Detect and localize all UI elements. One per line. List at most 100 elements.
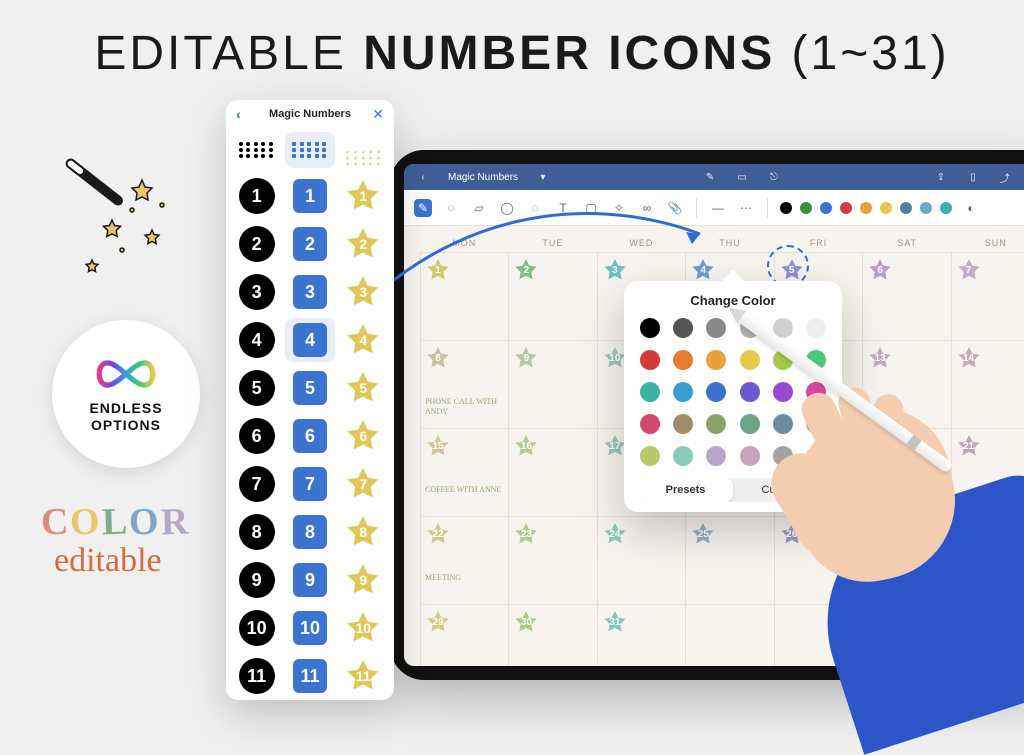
sticker-circle[interactable]: 3 — [232, 270, 281, 314]
sticker-circle[interactable]: 10 — [232, 606, 281, 650]
color-swatch[interactable] — [706, 318, 726, 338]
sticker-star[interactable]: 4 — [339, 318, 388, 362]
mic-icon[interactable]: ⎋ — [767, 172, 781, 183]
dropdown-icon[interactable]: ▾ — [536, 172, 550, 183]
date-star-icon[interactable]: 14 — [956, 345, 982, 371]
bookmark-icon[interactable]: ▯ — [966, 172, 980, 183]
color-swatch[interactable] — [740, 350, 760, 370]
cast-icon[interactable]: ▭ — [735, 172, 749, 183]
calendar-cell[interactable]: 24 — [598, 517, 686, 605]
sticker-square[interactable]: 2 — [285, 222, 334, 266]
sticker-circle[interactable]: 5 — [232, 366, 281, 410]
date-star-icon[interactable]: 7 — [956, 257, 982, 283]
toolbar-color-swatch[interactable] — [840, 202, 852, 214]
toolbar-color-swatch[interactable] — [780, 202, 792, 214]
color-swatch[interactable] — [673, 446, 693, 466]
date-star-icon[interactable]: 23 — [513, 521, 539, 547]
color-picker-icon[interactable]: ◐ — [962, 199, 980, 217]
date-star-icon[interactable]: 15 — [425, 433, 451, 459]
text-tool-icon[interactable]: T — [554, 199, 572, 217]
color-swatch[interactable] — [773, 382, 793, 402]
date-star-icon[interactable]: 29 — [425, 609, 451, 635]
calendar-cell[interactable]: 25 — [686, 517, 774, 605]
sticker-star[interactable]: 11 — [339, 654, 388, 698]
color-swatch[interactable] — [706, 382, 726, 402]
color-swatch[interactable] — [640, 350, 660, 370]
calendar-cell[interactable]: 30 — [509, 605, 597, 666]
sticker-circle[interactable]: 9 — [232, 558, 281, 602]
color-swatch[interactable] — [640, 414, 660, 434]
sticker-square[interactable]: 5 — [285, 366, 334, 410]
date-star-icon[interactable]: 25 — [690, 521, 716, 547]
calendar-cell[interactable]: 22MEETING — [421, 517, 509, 605]
calendar-cell[interactable] — [686, 605, 774, 666]
sticker-circle[interactable]: 7 — [232, 462, 281, 506]
sticker-star[interactable]: 5 — [339, 366, 388, 410]
back-chevron-icon[interactable]: ‹ — [236, 106, 241, 122]
calendar-cell[interactable]: 9 — [509, 341, 597, 429]
sticker-star[interactable]: 3 — [339, 270, 388, 314]
sticker-circle[interactable]: 8 — [232, 510, 281, 554]
link-tool-icon[interactable]: ∞ — [638, 199, 656, 217]
lasso-tool-icon[interactable]: ◌ — [526, 199, 544, 217]
sticker-star[interactable]: 10 — [339, 606, 388, 650]
stroke-style-icon[interactable]: ⋯ — [737, 199, 755, 217]
sticker-square[interactable]: 7 — [285, 462, 334, 506]
highlighter-tool-icon[interactable]: ▱ — [470, 199, 488, 217]
toolbar-color-swatch[interactable] — [880, 202, 892, 214]
toolbar-color-swatch[interactable] — [800, 202, 812, 214]
shape-tool-icon[interactable]: ◯ — [498, 199, 516, 217]
date-star-icon[interactable]: 1 — [425, 257, 451, 283]
sticker-square[interactable]: 11 — [285, 654, 334, 698]
date-star-icon[interactable]: 4 — [690, 257, 716, 283]
date-star-icon[interactable]: 2 — [513, 257, 539, 283]
pen-tool-icon[interactable]: ✎ — [414, 199, 432, 217]
back-icon[interactable]: ‹ — [416, 172, 430, 183]
toolbar-color-swatch[interactable] — [900, 202, 912, 214]
sticker-square[interactable]: 8 — [285, 510, 334, 554]
eraser-tool-icon[interactable]: ◌ — [442, 199, 460, 217]
sticker-star[interactable]: 6 — [339, 414, 388, 458]
sticker-star[interactable]: 7 — [339, 462, 388, 506]
toolbar-color-swatch[interactable] — [820, 202, 832, 214]
sticker-circle[interactable]: 4 — [232, 318, 281, 362]
date-star-icon[interactable]: 16 — [513, 433, 539, 459]
date-star-icon[interactable]: 31 — [602, 609, 628, 635]
sticker-square[interactable]: 6 — [285, 414, 334, 458]
date-star-icon[interactable]: 8 — [425, 345, 451, 371]
color-swatch[interactable] — [673, 382, 693, 402]
color-swatch[interactable] — [740, 414, 760, 434]
tab-stars[interactable] — [339, 132, 388, 168]
date-star-icon[interactable]: 3 — [602, 257, 628, 283]
sticker-star[interactable]: 9 — [339, 558, 388, 602]
color-swatch[interactable] — [640, 318, 660, 338]
attach-tool-icon[interactable]: 📎 — [666, 199, 684, 217]
share-icon[interactable]: ⇪ — [934, 172, 948, 183]
sticker-square[interactable]: 4 — [285, 318, 334, 362]
pen-mode-icon[interactable]: ✎ — [703, 172, 717, 183]
color-swatch[interactable] — [806, 318, 826, 338]
calendar-cell[interactable]: 29 — [421, 605, 509, 666]
color-swatch[interactable] — [673, 350, 693, 370]
tab-circles[interactable] — [232, 132, 281, 168]
calendar-cell[interactable]: 31 — [598, 605, 686, 666]
toolbar-color-swatch[interactable] — [860, 202, 872, 214]
sticker-square[interactable]: 3 — [285, 270, 334, 314]
calendar-cell[interactable]: 8PHONE CALL WITH ANDY — [421, 341, 509, 429]
calendar-cell[interactable]: 16 — [509, 429, 597, 517]
calendar-cell[interactable]: 23 — [509, 517, 597, 605]
date-star-icon[interactable]: 13 — [867, 345, 893, 371]
date-star-icon[interactable]: 9 — [513, 345, 539, 371]
sticker-square[interactable]: 9 — [285, 558, 334, 602]
export-icon[interactable]: ⤴ — [998, 170, 1012, 185]
sticker-star[interactable]: 8 — [339, 510, 388, 554]
sticker-circle[interactable]: 1 — [232, 174, 281, 218]
sticker-star[interactable]: 2 — [339, 222, 388, 266]
sticker-square[interactable]: 10 — [285, 606, 334, 650]
calendar-cell[interactable]: 7 — [952, 253, 1024, 341]
sticker-circle[interactable]: 6 — [232, 414, 281, 458]
tab-squares[interactable] — [285, 132, 334, 168]
image-tool-icon[interactable]: ▢ — [582, 199, 600, 217]
close-icon[interactable]: ✕ — [372, 106, 384, 123]
date-star-icon[interactable]: 30 — [513, 609, 539, 635]
